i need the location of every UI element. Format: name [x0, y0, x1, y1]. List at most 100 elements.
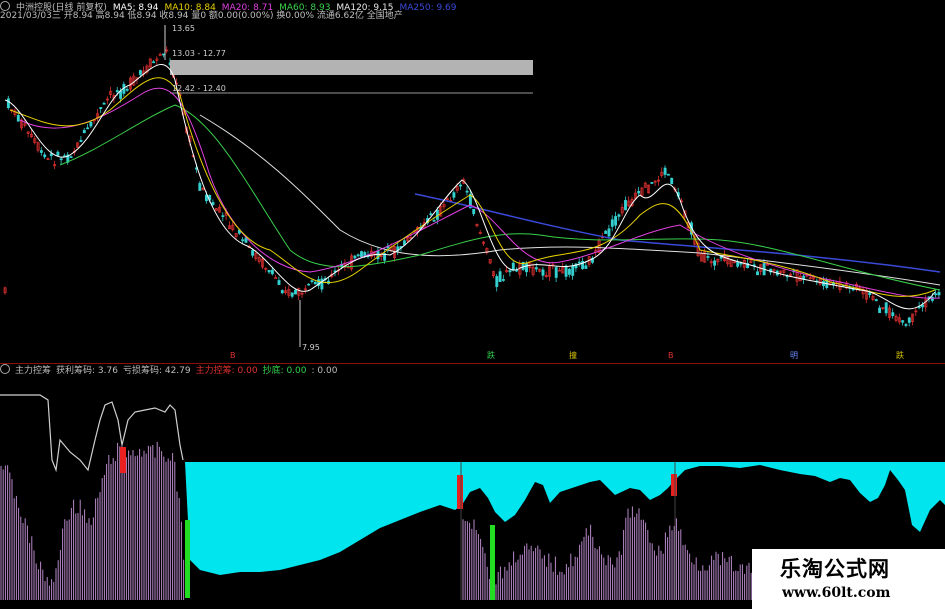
candle [432, 219, 436, 222]
low-price-label: 7.95 [302, 343, 320, 352]
candle [508, 270, 512, 273]
candle [280, 290, 284, 294]
signal-green-1 [185, 520, 190, 598]
candle [267, 269, 271, 273]
circle-icon[interactable] [0, 364, 10, 374]
ma20-line [19, 87, 941, 299]
candle [119, 90, 123, 99]
candle [221, 215, 225, 217]
candle [554, 267, 558, 278]
candle [115, 90, 119, 93]
candle [16, 115, 20, 122]
candle [901, 320, 905, 323]
candle [564, 265, 568, 277]
candle [320, 278, 324, 290]
candle [89, 121, 93, 127]
ma60-line [59, 104, 941, 291]
candle [498, 271, 502, 282]
indicator-header: 主力控筹 获利筹码: 3.76 亏损筹码: 42.79 主力控筹: 0.00 抄底: 0… [0, 364, 342, 377]
candle [534, 267, 538, 270]
watermark: 乐淘公式网 www.60lt.com [752, 549, 945, 609]
band2-label: 12.42 - 12.40 [172, 84, 226, 93]
signal-red-2 [457, 475, 463, 509]
candle [637, 190, 641, 194]
candle [511, 262, 515, 271]
signal-mark: 跌 [487, 351, 495, 360]
candle [459, 184, 462, 187]
candle [56, 151, 60, 156]
candle [86, 127, 90, 130]
candle [571, 265, 575, 276]
candle [102, 102, 106, 105]
watermark-url: www.60lt.com [782, 585, 891, 601]
indicator-name[interactable]: 主力控筹 [15, 366, 51, 376]
candle [274, 277, 278, 279]
candle [152, 61, 156, 64]
candle [69, 156, 73, 159]
bottom-value: 抄底: 0.00 [262, 366, 307, 376]
signal-red-3 [671, 474, 677, 496]
candle [82, 129, 86, 134]
candle [617, 214, 621, 217]
candle [162, 53, 165, 56]
candle [610, 219, 614, 227]
candle [307, 283, 311, 286]
candle [878, 307, 882, 313]
candle [472, 208, 476, 215]
candle [353, 255, 357, 259]
candle [567, 268, 571, 275]
trapped-chips-value: 亏损筹码: 42.79 [122, 366, 191, 376]
candle [904, 324, 908, 326]
candle [501, 279, 505, 281]
candle [907, 317, 911, 323]
ma10-line [9, 77, 936, 297]
signal-mark: 撞 [569, 351, 577, 360]
candle [756, 271, 759, 276]
profit-chips-value: 获利筹码: 3.76 [56, 366, 118, 376]
main-control-line [0, 394, 184, 473]
candle [736, 261, 740, 267]
candle [290, 292, 294, 297]
signal-mark: 明 [790, 351, 798, 360]
candle [891, 312, 895, 317]
candle [937, 292, 941, 296]
candle [251, 250, 255, 256]
candle [79, 139, 83, 142]
candle [59, 158, 63, 161]
candle [360, 251, 363, 257]
circle-icon[interactable] [0, 1, 10, 11]
candle [310, 280, 314, 282]
candle [663, 167, 667, 175]
watermark-title: 乐淘公式网 [780, 557, 890, 581]
candle [211, 202, 215, 206]
candle [868, 292, 872, 296]
candle [584, 265, 588, 269]
candle [363, 252, 367, 256]
kline-chart[interactable] [0, 0, 945, 609]
candle [607, 228, 611, 237]
signal-mark: B [668, 351, 674, 360]
candle [765, 263, 769, 266]
candle [884, 302, 888, 314]
main-control-value: 主力控筹: 0.00 [195, 366, 258, 376]
extra-value: : 0.00 [311, 366, 338, 376]
candle [429, 213, 433, 216]
candle [495, 276, 499, 287]
ma250-value: MA250: 9.69 [399, 3, 457, 13]
candle [270, 269, 274, 275]
high-price-label: 13.65 [172, 24, 195, 33]
candle [577, 261, 581, 264]
candle [670, 177, 674, 185]
candle [541, 269, 545, 276]
candle [624, 200, 627, 211]
candle [558, 269, 561, 272]
candle [43, 154, 47, 158]
candle [294, 289, 297, 295]
price-band-13.03 [170, 60, 533, 75]
candle [99, 107, 103, 109]
signal-green-2 [490, 525, 495, 600]
candle [713, 260, 717, 266]
candle [39, 150, 43, 153]
candle [525, 262, 528, 273]
signal-mark: B [230, 351, 236, 360]
